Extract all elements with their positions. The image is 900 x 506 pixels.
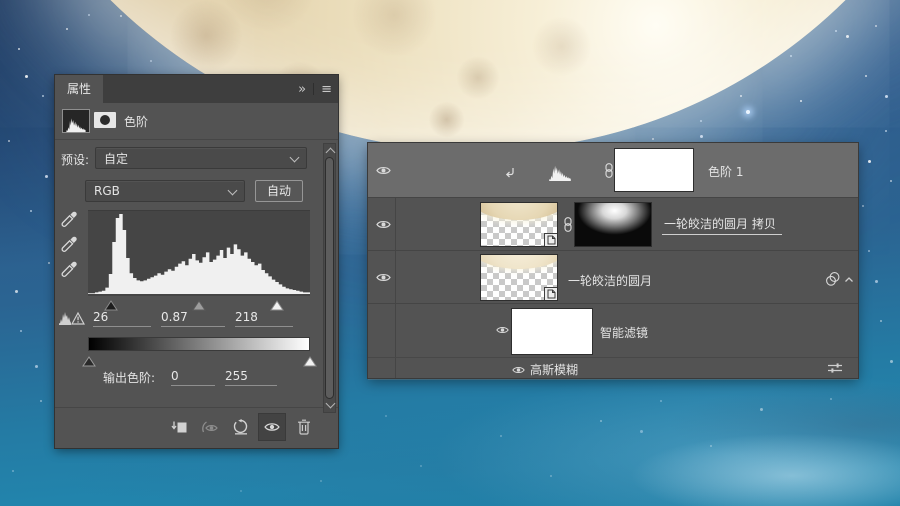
channel-dropdown[interactable]: RGB xyxy=(85,180,245,202)
visibility-toggle[interactable] xyxy=(492,322,512,338)
input-gamma-field[interactable]: 0.87 xyxy=(161,310,225,327)
properties-tabbar: 属性 » ≡ xyxy=(55,75,338,103)
delete-adjustment-button[interactable] xyxy=(290,413,318,441)
chevron-down-icon xyxy=(290,153,300,163)
scroll-up-icon[interactable] xyxy=(326,148,336,158)
smart-filters-label: 智能滤镜 xyxy=(600,324,648,341)
adjustment-title: 色阶 xyxy=(124,113,148,130)
eye-icon xyxy=(376,165,391,176)
output-levels-label: 输出色阶: xyxy=(103,369,155,386)
output-white-slider[interactable] xyxy=(303,352,317,371)
properties-body: 色阶 预设: 自定 RGB 自动 xyxy=(55,103,338,448)
smart-object-badge-icon xyxy=(544,287,558,301)
previous-state-eye-icon xyxy=(200,420,218,434)
filter-row-gaussian-blur[interactable]: 高斯模糊 xyxy=(368,357,858,378)
visibility-toggle[interactable] xyxy=(373,216,393,232)
visibility-toggle[interactable] xyxy=(508,362,528,378)
clip-to-layer-icon xyxy=(171,420,188,435)
chevron-down-icon xyxy=(228,186,238,196)
smart-filter-indicator-icon[interactable] xyxy=(824,271,842,287)
preset-value: 自定 xyxy=(104,150,128,167)
view-previous-state-button[interactable] xyxy=(195,413,223,441)
toggle-visibility-button[interactable] xyxy=(258,413,286,441)
scroll-down-icon[interactable] xyxy=(326,399,336,409)
stars xyxy=(0,0,3,3)
black-point-eyedropper-icon[interactable] xyxy=(60,211,78,229)
filter-name[interactable]: 高斯模糊 xyxy=(530,361,578,378)
preset-label: 预设: xyxy=(61,151,89,168)
output-black-slider[interactable] xyxy=(82,352,96,371)
output-white-field[interactable]: 255 xyxy=(225,369,277,386)
layer-name[interactable]: 一轮皎洁的圆月 拷贝 xyxy=(662,215,782,235)
smart-filters-row[interactable]: 智能滤镜 xyxy=(368,303,858,357)
tab-properties[interactable]: 属性 xyxy=(55,75,103,103)
divider xyxy=(55,139,338,140)
collapse-smart-filters-icon[interactable] xyxy=(843,273,855,285)
divider xyxy=(313,83,314,95)
layer-thumbnail[interactable] xyxy=(480,202,558,247)
filter-mask-thumbnail[interactable] xyxy=(511,308,593,355)
layer-name[interactable]: 一轮皎洁的圆月 xyxy=(568,272,652,289)
output-gradient-bar xyxy=(88,337,310,351)
preset-dropdown[interactable]: 自定 xyxy=(95,147,307,169)
eye-icon xyxy=(376,272,391,283)
eye-icon xyxy=(376,219,391,230)
photoshop-workspace: 属性 » ≡ 色阶 预设: 自定 xyxy=(0,0,900,506)
panel-menu-icon[interactable]: ≡ xyxy=(321,83,332,96)
input-white-field[interactable]: 218 xyxy=(235,310,293,327)
histogram-icon xyxy=(539,163,581,181)
eye-icon xyxy=(264,421,280,433)
eye-icon xyxy=(496,325,509,335)
layer-row-moon[interactable]: 一轮皎洁的圆月 xyxy=(368,250,858,303)
levels-adjustment-icon xyxy=(62,109,90,133)
bright-star xyxy=(746,110,750,114)
visibility-toggle[interactable] xyxy=(373,269,393,285)
gray-point-eyedropper-icon[interactable] xyxy=(60,236,78,254)
smart-object-badge-icon xyxy=(544,233,558,247)
clipping-mask-arrow-icon xyxy=(504,164,516,183)
input-black-field[interactable]: 26 xyxy=(93,310,151,327)
trash-icon xyxy=(297,419,311,435)
mask-icon xyxy=(94,112,116,128)
layers-panel: 色阶 1 一轮皎洁的圆月 拷贝 xyxy=(368,143,858,378)
clip-to-layer-button[interactable] xyxy=(165,413,193,441)
layer-mask-thumbnail[interactable] xyxy=(574,202,652,247)
layer-thumbnail[interactable] xyxy=(480,254,558,301)
link-mask-icon[interactable] xyxy=(562,215,574,238)
histogram-warning-icon[interactable] xyxy=(58,309,85,331)
scrollbar-thumb[interactable] xyxy=(325,157,334,399)
channel-value: RGB xyxy=(94,184,120,198)
visibility-toggle[interactable] xyxy=(373,162,393,178)
reset-button[interactable] xyxy=(227,413,255,441)
layer-row-levels-1[interactable]: 色阶 1 xyxy=(368,143,858,197)
divider xyxy=(55,407,338,408)
eye-icon xyxy=(512,365,525,375)
levels-histogram xyxy=(88,210,310,296)
histogram-icon xyxy=(65,116,87,132)
adjustment-layer-thumbnail[interactable] xyxy=(518,148,601,192)
white-point-eyedropper-icon[interactable] xyxy=(60,261,78,279)
auto-button[interactable]: 自动 xyxy=(255,180,303,202)
output-black-field[interactable]: 0 xyxy=(171,369,215,386)
layer-mask-thumbnail[interactable] xyxy=(614,148,694,192)
reset-icon xyxy=(233,419,249,435)
properties-scrollbar[interactable] xyxy=(323,143,336,413)
layer-row-moon-copy[interactable]: 一轮皎洁的圆月 拷贝 xyxy=(368,197,858,250)
layer-name[interactable]: 色阶 1 xyxy=(708,163,743,180)
properties-panel: 属性 » ≡ 色阶 预设: 自定 xyxy=(55,75,338,448)
collapse-to-icons-icon[interactable]: » xyxy=(298,83,306,96)
filter-blending-options-icon[interactable] xyxy=(826,361,844,375)
